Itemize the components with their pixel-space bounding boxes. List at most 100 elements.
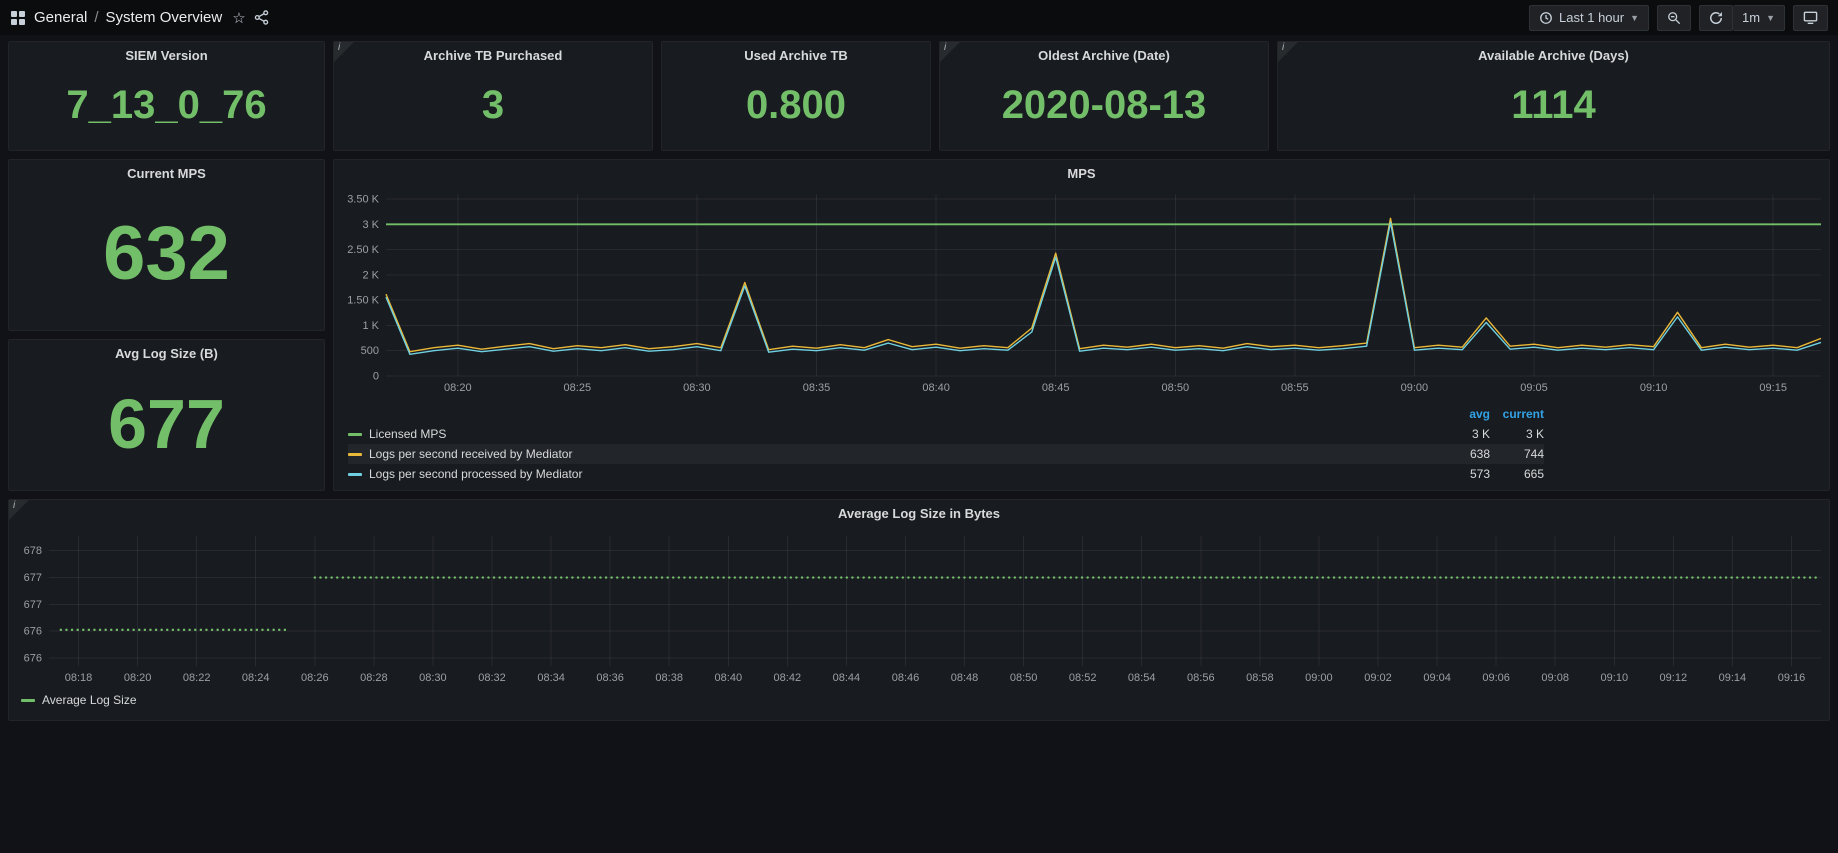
legend-label: Average Log Size <box>42 693 137 707</box>
panel-avg-log-size-chart: i Average Log Size in Bytes 676676677677… <box>8 499 1830 721</box>
svg-text:08:42: 08:42 <box>774 672 802 684</box>
panel-info-icon[interactable]: i <box>334 42 354 62</box>
refresh-interval-label: 1m <box>1742 10 1760 25</box>
breadcrumb-dashboard-title[interactable]: System Overview <box>106 9 223 26</box>
refresh-button[interactable] <box>1699 5 1733 31</box>
panel-avg-log-size: Avg Log Size (B) 677 <box>8 339 325 491</box>
svg-text:676: 676 <box>24 626 42 638</box>
svg-text:09:15: 09:15 <box>1759 382 1787 394</box>
dashboard-grid: SIEM Version 7_13_0_76 i Archive TB Purc… <box>0 35 1838 727</box>
svg-text:08:24: 08:24 <box>242 672 270 684</box>
svg-text:500: 500 <box>361 345 379 357</box>
svg-text:08:36: 08:36 <box>596 672 624 684</box>
panel-info-icon[interactable]: i <box>940 42 960 62</box>
stat-row: SIEM Version 7_13_0_76 i Archive TB Purc… <box>8 41 1830 151</box>
mps-legend-header: avg current <box>348 404 1544 424</box>
breadcrumb-separator: / <box>94 9 98 26</box>
avg-log-size-row: i Average Log Size in Bytes 676676677677… <box>8 499 1830 721</box>
panel-title-oldest-archive-date[interactable]: Oldest Archive (Date) <box>940 42 1268 68</box>
svg-text:2.50 K: 2.50 K <box>347 244 379 256</box>
svg-text:08:52: 08:52 <box>1069 672 1097 684</box>
panel-title-used-archive-tb[interactable]: Used Archive TB <box>662 42 930 68</box>
svg-text:0: 0 <box>373 371 379 383</box>
series-marker-icon <box>348 473 362 476</box>
svg-text:677: 677 <box>24 599 42 611</box>
star-dashboard-icon[interactable]: ☆ <box>232 9 245 27</box>
stat-value-oldest-archive-date: 2020-08-13 <box>940 68 1268 150</box>
legend-current-value: 665 <box>1490 467 1544 481</box>
chevron-down-icon: ▼ <box>1766 13 1775 23</box>
panel-mps-chart: MPS 05001 K1.50 K2 K2.50 K3 K3.50 K08:20… <box>333 159 1830 491</box>
refresh-interval-picker[interactable]: 1m ▼ <box>1733 5 1785 31</box>
panel-title-avg-log-size[interactable]: Avg Log Size (B) <box>9 340 324 366</box>
svg-text:09:05: 09:05 <box>1520 382 1548 394</box>
svg-text:2 K: 2 K <box>362 269 379 281</box>
svg-text:08:44: 08:44 <box>833 672 861 684</box>
panel-info-icon[interactable]: i <box>1278 42 1298 62</box>
svg-text:09:10: 09:10 <box>1640 382 1668 394</box>
svg-text:3.50 K: 3.50 K <box>347 194 379 206</box>
zoom-out-icon <box>1667 11 1681 25</box>
svg-text:09:14: 09:14 <box>1719 672 1747 684</box>
svg-text:08:25: 08:25 <box>564 382 592 394</box>
legend-item-average-log-size[interactable]: Average Log Size <box>9 690 1829 711</box>
legend-avg-value: 638 <box>1436 447 1490 461</box>
chevron-down-icon: ▼ <box>1630 13 1639 23</box>
panel-siem-version: SIEM Version 7_13_0_76 <box>8 41 325 151</box>
svg-text:08:22: 08:22 <box>183 672 211 684</box>
svg-text:09:02: 09:02 <box>1364 672 1392 684</box>
mps-row: Current MPS 632 Avg Log Size (B) 677 MPS… <box>8 159 1830 491</box>
apps-grid-icon[interactable] <box>10 10 26 26</box>
mps-stat-column: Current MPS 632 Avg Log Size (B) 677 <box>8 159 325 491</box>
panel-title-siem-version[interactable]: SIEM Version <box>9 42 324 68</box>
dashboard-header: General / System Overview ☆ Last 1 hour … <box>0 0 1838 35</box>
svg-text:08:40: 08:40 <box>922 382 950 394</box>
svg-text:08:48: 08:48 <box>951 672 979 684</box>
legend-item-logs-processed[interactable]: Logs per second processed by Mediator 57… <box>348 464 1544 484</box>
share-dashboard-icon[interactable] <box>254 10 269 25</box>
svg-text:08:40: 08:40 <box>715 672 743 684</box>
legend-item-licensed-mps[interactable]: Licensed MPS 3 K 3 K <box>348 424 1544 444</box>
legend-column-avg[interactable]: avg <box>1436 407 1490 421</box>
panel-title-avg-log-size-bytes[interactable]: Average Log Size in Bytes <box>9 500 1829 526</box>
svg-text:09:00: 09:00 <box>1305 672 1333 684</box>
panel-oldest-archive-date: i Oldest Archive (Date) 2020-08-13 <box>939 41 1269 151</box>
time-range-label: Last 1 hour <box>1559 10 1624 25</box>
panel-title-archive-tb-purchased[interactable]: Archive TB Purchased <box>334 42 652 68</box>
svg-text:09:12: 09:12 <box>1660 672 1688 684</box>
legend-item-logs-received[interactable]: Logs per second received by Mediator 638… <box>348 444 1544 464</box>
legend-avg-value: 573 <box>1436 467 1490 481</box>
svg-text:08:32: 08:32 <box>478 672 506 684</box>
svg-text:676: 676 <box>24 653 42 665</box>
stat-value-avg-log-size: 677 <box>9 366 324 490</box>
avg-log-size-chart-canvas[interactable]: 67667667767767808:1808:2008:2208:2408:26… <box>9 526 1829 690</box>
breadcrumb: General / System Overview <box>34 9 222 26</box>
svg-text:08:50: 08:50 <box>1162 382 1190 394</box>
zoom-out-time-button[interactable] <box>1657 5 1691 31</box>
breadcrumb-folder[interactable]: General <box>34 9 87 26</box>
panel-current-mps: Current MPS 632 <box>8 159 325 331</box>
svg-text:08:50: 08:50 <box>1010 672 1038 684</box>
time-range-picker[interactable]: Last 1 hour ▼ <box>1529 5 1649 31</box>
stat-value-archive-tb-purchased: 3 <box>334 68 652 150</box>
svg-text:08:20: 08:20 <box>124 672 152 684</box>
panel-title-mps[interactable]: MPS <box>334 160 1829 186</box>
svg-text:08:38: 08:38 <box>655 672 683 684</box>
svg-text:09:08: 09:08 <box>1541 672 1569 684</box>
series-marker-icon <box>21 699 35 702</box>
panel-title-available-archive-days[interactable]: Available Archive (Days) <box>1278 42 1829 68</box>
legend-label: Logs per second received by Mediator <box>369 447 572 461</box>
stat-value-current-mps: 632 <box>9 186 324 330</box>
legend-column-current[interactable]: current <box>1490 407 1544 421</box>
cycle-view-mode-button[interactable] <box>1793 5 1828 31</box>
svg-text:09:06: 09:06 <box>1482 672 1510 684</box>
panel-used-archive-tb: Used Archive TB 0.800 <box>661 41 931 151</box>
svg-text:08:45: 08:45 <box>1042 382 1070 394</box>
svg-text:08:56: 08:56 <box>1187 672 1215 684</box>
svg-text:08:34: 08:34 <box>537 672 565 684</box>
refresh-icon <box>1709 11 1723 25</box>
svg-text:09:04: 09:04 <box>1423 672 1451 684</box>
panel-info-icon[interactable]: i <box>9 500 29 520</box>
panel-title-current-mps[interactable]: Current MPS <box>9 160 324 186</box>
mps-chart-canvas[interactable]: 05001 K1.50 K2 K2.50 K3 K3.50 K08:2008:2… <box>334 186 1829 402</box>
